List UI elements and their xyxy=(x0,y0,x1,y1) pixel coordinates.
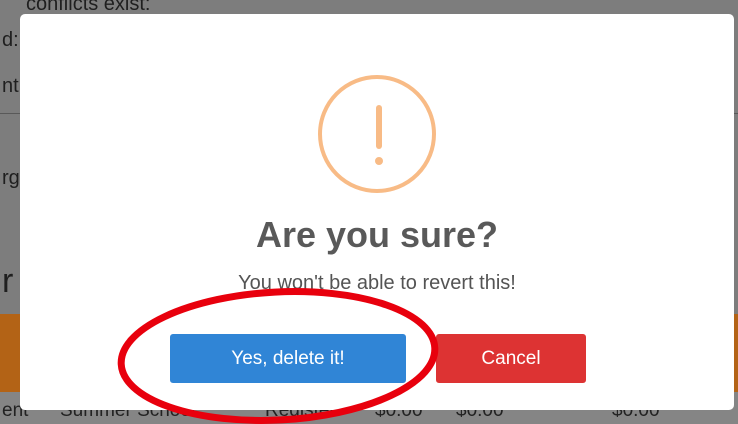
bg-text-line: rg xyxy=(2,167,20,189)
warning-icon-bar xyxy=(376,105,382,149)
warning-icon-dot xyxy=(375,157,383,165)
bg-heading: r xyxy=(2,262,14,300)
warning-icon xyxy=(318,75,436,193)
bg-text-line: nt xyxy=(2,75,19,97)
bg-text-line: d: xyxy=(2,29,19,51)
dialog-title: Are you sure? xyxy=(255,214,499,255)
confirm-delete-button[interactable]: Yes, delete it! xyxy=(170,334,406,383)
confirm-dialog: Are you sure? You won't be able to rever… xyxy=(20,14,734,410)
dialog-text: You won't be able to revert this! xyxy=(238,272,516,294)
cancel-button[interactable]: Cancel xyxy=(436,334,586,383)
